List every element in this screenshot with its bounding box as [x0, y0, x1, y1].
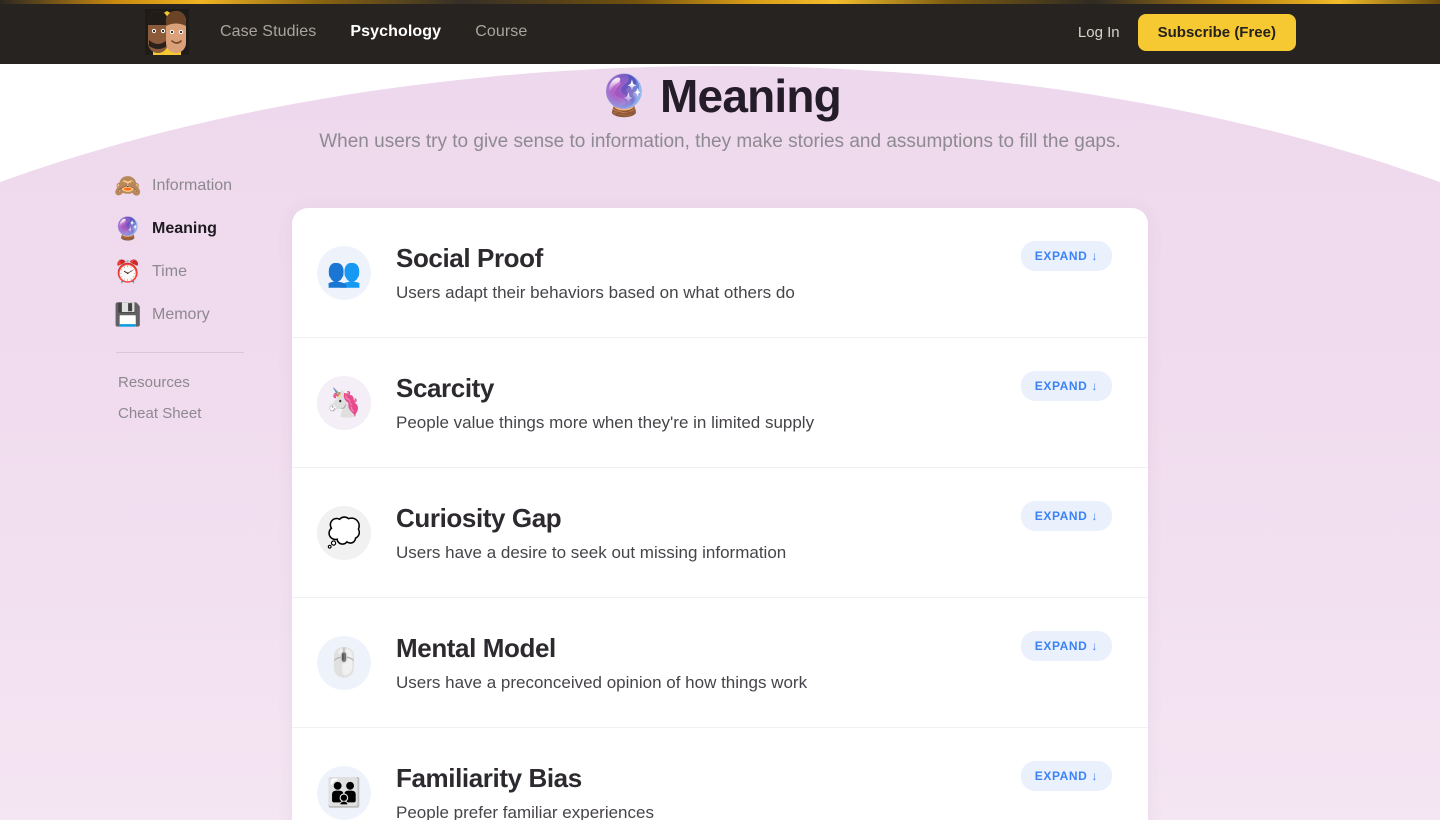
nav-psychology[interactable]: Psychology — [350, 23, 441, 41]
sidebar-link-cheat-sheet[interactable]: Cheat Sheet — [114, 398, 284, 429]
nav-case-studies[interactable]: Case Studies — [220, 23, 316, 41]
sidebar-item-label: Meaning — [152, 219, 217, 237]
row-title: Social Proof — [396, 242, 543, 273]
row-text: Social Proof Users adapt their behaviors… — [396, 242, 1021, 304]
header-actions: Log In Subscribe (Free) — [1078, 0, 1296, 64]
hero-block: 🔮 Meaning When users try to give sense t… — [0, 68, 1440, 155]
row-description: Users adapt their behaviors based on wha… — [396, 282, 795, 302]
row-title: Familiarity Bias — [396, 763, 582, 793]
expand-button[interactable]: EXPAND ↓ — [1020, 631, 1112, 661]
floppy-disk-icon: 💾 — [114, 301, 142, 327]
page-subtitle: When users try to give sense to informat… — [319, 131, 1121, 152]
crystal-ball-icon: 🔮 — [599, 74, 649, 118]
table-row[interactable]: 🦄 Scarcity People value things more when… — [292, 338, 1148, 468]
brand-logo-icon[interactable] — [144, 8, 190, 56]
page-title: 🔮 Meaning — [0, 68, 1440, 124]
see-no-evil-monkey-icon: 🙈 — [114, 172, 142, 198]
row-description: Users have a preconceived opinion of how… — [396, 672, 808, 692]
sidebar-item-information[interactable]: 🙈 Information — [114, 164, 284, 207]
sidebar-link-resources[interactable]: Resources — [114, 367, 284, 398]
row-text: Curiosity Gap Users have a desire to see… — [396, 502, 1021, 564]
expand-button[interactable]: EXPAND ↓ — [1020, 241, 1112, 271]
sidebar-item-time[interactable]: ⏰ Time — [114, 250, 284, 293]
table-row[interactable]: 👥 Social Proof Users adapt their behavio… — [292, 208, 1148, 338]
table-row[interactable]: 👪 Familiarity Bias People prefer familia… — [292, 728, 1148, 820]
top-accent-strip — [0, 0, 1440, 4]
row-text: Scarcity People value things more when t… — [396, 372, 1021, 434]
crystal-ball-icon: 🔮 — [114, 215, 142, 241]
row-title: Mental Model — [396, 632, 556, 663]
page-title-text: Meaning — [660, 70, 842, 122]
site-header: Case Studies Psychology Course Log In Su… — [0, 0, 1440, 64]
row-text: Mental Model Users have a preconceived o… — [396, 632, 1021, 694]
row-title: Curiosity Gap — [396, 502, 562, 533]
unicorn-icon: 🦄 — [317, 375, 371, 430]
row-description: Users have a desire to seek out missing … — [396, 542, 787, 562]
sidebar-item-label: Memory — [152, 305, 210, 323]
alarm-clock-icon: ⏰ — [114, 258, 142, 284]
sidebar-item-label: Time — [152, 262, 187, 280]
row-description: People value things more when they're in… — [396, 412, 815, 432]
main-navigation: Case Studies Psychology Course — [220, 0, 527, 64]
login-link[interactable]: Log In — [1078, 24, 1120, 41]
expand-button[interactable]: EXPAND ↓ — [1020, 371, 1112, 401]
row-title: Scarcity — [396, 372, 494, 403]
table-row[interactable]: 🖱️ Mental Model Users have a preconceive… — [292, 598, 1148, 728]
sidebar-item-label: Information — [152, 176, 233, 194]
computer-mouse-icon: 🖱️ — [317, 635, 371, 690]
expand-button[interactable]: EXPAND ↓ — [1020, 501, 1112, 531]
sidebar-divider — [116, 352, 244, 353]
busts-in-silhouette-icon: 👥 — [317, 245, 371, 300]
thought-balloon-icon: 💭 — [317, 505, 371, 560]
page-root: Case Studies Psychology Course Log In Su… — [0, 0, 1440, 820]
family-icon: 👪 — [317, 766, 371, 820]
expand-button[interactable]: EXPAND ↓ — [1020, 761, 1112, 791]
principles-card: 👥 Social Proof Users adapt their behavio… — [292, 208, 1148, 820]
nav-course[interactable]: Course — [475, 23, 527, 41]
sidebar: 🙈 Information 🔮 Meaning ⏰ Time 💾 Memory … — [114, 164, 284, 429]
sidebar-item-meaning[interactable]: 🔮 Meaning — [114, 207, 284, 250]
row-text: Familiarity Bias People prefer familiar … — [396, 762, 1021, 820]
table-row[interactable]: 💭 Curiosity Gap Users have a desire to s… — [292, 468, 1148, 598]
sidebar-item-memory[interactable]: 💾 Memory — [114, 293, 284, 336]
row-description: People prefer familiar experiences — [396, 803, 654, 820]
subscribe-button[interactable]: Subscribe (Free) — [1137, 13, 1296, 51]
